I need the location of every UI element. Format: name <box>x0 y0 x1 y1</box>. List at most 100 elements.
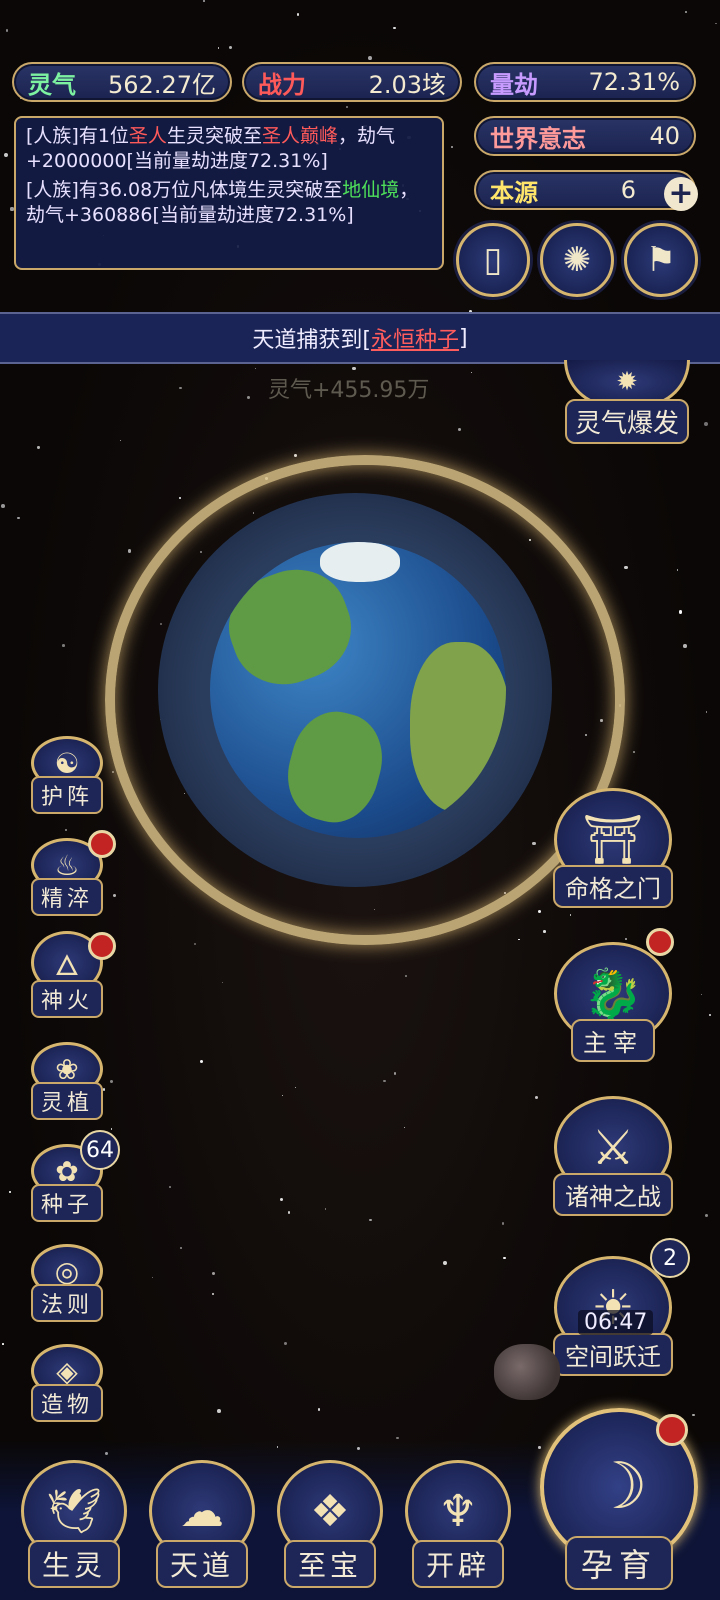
star <box>203 0 206 3</box>
side-button-label: 灵植 <box>30 1082 103 1120</box>
star <box>518 938 520 941</box>
star <box>283 1342 287 1346</box>
bottom-button-shengling[interactable]: 🕊 生灵 <box>18 1448 130 1588</box>
right-button-zhushen[interactable]: ⚔ 诸神之战 <box>548 1096 678 1216</box>
liangjie-label: 量劫 <box>490 70 538 99</box>
right-button-zhuzai[interactable]: 🐉 主宰 <box>548 942 678 1062</box>
star <box>3 152 8 157</box>
star <box>287 1211 291 1214</box>
star <box>451 146 454 149</box>
star <box>443 1261 448 1265</box>
star <box>296 13 300 16</box>
ice-cap <box>320 542 400 582</box>
floating-gain-text: 灵气+455.95万 <box>268 378 430 403</box>
star <box>211 1292 215 1296</box>
star <box>676 569 679 571</box>
star <box>714 22 717 25</box>
seed-count-badge: 64 <box>80 1130 120 1170</box>
star <box>704 422 709 427</box>
star <box>352 366 356 371</box>
bottom-button-label: 生灵 <box>27 1540 120 1588</box>
star <box>9 1191 11 1193</box>
star <box>543 930 546 933</box>
continent <box>277 702 393 832</box>
side-button-label: 精淬 <box>30 878 103 916</box>
jump-count-badge: 2 <box>650 1238 690 1278</box>
notification-dot <box>646 928 674 956</box>
star <box>217 1409 222 1414</box>
star <box>369 1218 372 1222</box>
flag-button[interactable]: ⚑ <box>624 223 698 297</box>
zhanli-value: 2.03垓 <box>368 70 446 99</box>
star <box>403 1126 405 1128</box>
star <box>193 943 197 946</box>
star <box>383 1079 386 1083</box>
star <box>678 610 683 614</box>
star <box>394 1072 397 1075</box>
star <box>17 516 20 520</box>
card-button[interactable]: ▯ <box>456 223 530 297</box>
banner-prefix: 天道捕获到[ <box>252 328 371 353</box>
star <box>199 1059 204 1064</box>
side-button-zaowu[interactable]: ◈ 造物 <box>28 1344 106 1422</box>
planet-earth[interactable] <box>210 542 506 838</box>
log-text: 生灵突破至 <box>166 125 262 147</box>
star <box>211 1272 215 1276</box>
bottom-button-label: 天道 <box>155 1540 248 1588</box>
star <box>1 503 6 508</box>
liangjie-value: 72.31% <box>588 68 680 96</box>
shijie-label: 世界意志 <box>490 124 586 153</box>
log-highlight: 地仙境 <box>342 179 400 201</box>
asteroid[interactable] <box>494 1344 560 1400</box>
side-button-label: 护阵 <box>30 776 103 814</box>
side-button-label: 种子 <box>30 1184 103 1222</box>
star <box>229 46 233 50</box>
star <box>682 644 687 648</box>
right-button-mingge[interactable]: ⛩ 命格之门 <box>548 788 678 908</box>
star <box>127 549 132 553</box>
star <box>246 395 251 400</box>
bottom-button-tiandao[interactable]: ☁ 天道 <box>146 1448 258 1588</box>
benyuan-stat[interactable]: 本源 6 <box>474 170 696 210</box>
star <box>684 11 687 13</box>
side-button-label: 神火 <box>30 980 103 1018</box>
star <box>61 643 65 647</box>
star <box>112 770 115 774</box>
star <box>396 1436 399 1440</box>
side-button-huzhen[interactable]: ☯ 护阵 <box>28 736 106 814</box>
vortex-icon: ✺ <box>562 240 592 280</box>
side-button-faze[interactable]: ◎ 法则 <box>28 1244 106 1322</box>
star <box>345 106 348 108</box>
star <box>5 28 9 32</box>
side-button-label: 法则 <box>30 1284 103 1322</box>
star <box>324 1208 326 1210</box>
side-button-lingzhi[interactable]: ❀ 灵植 <box>28 1042 106 1120</box>
star <box>113 894 117 898</box>
liangjie-stat[interactable]: 量劫 72.31% <box>474 62 696 102</box>
right-button-label: 主宰 <box>571 1019 655 1062</box>
star <box>537 909 542 914</box>
benyuan-value: 6 <box>620 176 636 204</box>
star <box>179 387 182 390</box>
add-benyuan-button[interactable]: + <box>664 177 698 211</box>
star <box>404 975 407 977</box>
star <box>708 1013 712 1017</box>
bottom-button-kaipi[interactable]: ♆ 开辟 <box>402 1448 514 1588</box>
notification-dot <box>88 830 116 858</box>
side-button-label: 造物 <box>30 1384 103 1422</box>
star <box>624 937 627 940</box>
star <box>169 1185 172 1188</box>
star <box>217 47 220 49</box>
lingqi-burst-button[interactable]: ✹ 灵气爆发 <box>560 360 694 444</box>
right-button-label: 诸神之战 <box>553 1173 673 1216</box>
bottom-button-zhibao[interactable]: ❖ 至宝 <box>274 1448 386 1588</box>
vortex-button[interactable]: ✺ <box>540 223 614 297</box>
star <box>705 711 708 713</box>
log-text: [人族]有1位 <box>26 125 129 147</box>
event-log: [人族]有1位圣人生灵突破至圣人巅峰，劫气+2000000[当前量劫进度72.3… <box>14 116 444 270</box>
log-text: [人族]有36.08万位凡体境生灵突破至 <box>26 179 343 201</box>
shijie-yizhi-stat[interactable]: 世界意志 40 <box>474 116 696 156</box>
banner-item-link[interactable]: 永恒种子 <box>371 322 459 354</box>
star <box>700 993 702 995</box>
flag-icon: ⚑ <box>645 240 677 280</box>
